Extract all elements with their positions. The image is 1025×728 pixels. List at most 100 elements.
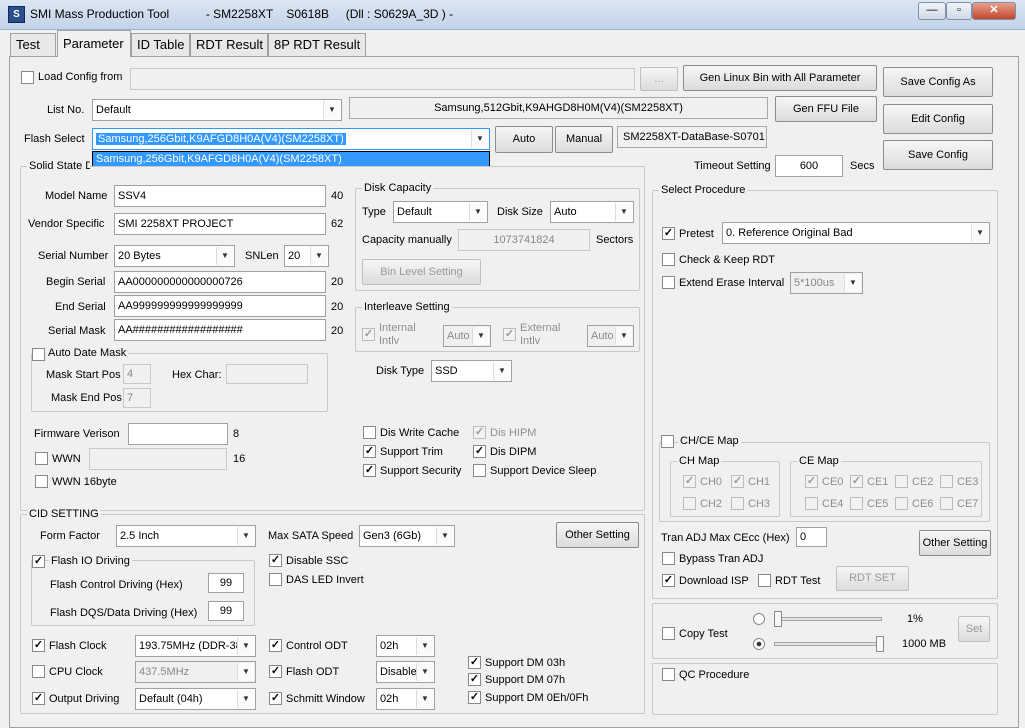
chce-map-checkbox[interactable] (661, 435, 674, 448)
support-trim-checkbox[interactable]: ✓ (363, 445, 376, 458)
type-select[interactable]: Default ▼ (393, 201, 488, 223)
flash-odt-checkbox[interactable]: ✓ (269, 665, 282, 678)
percent-slider-track[interactable] (774, 617, 882, 621)
percent-slider-thumb[interactable] (774, 611, 782, 627)
support-dm-0eh-checkbox[interactable]: ✓ (468, 691, 481, 704)
check-keep-rdt-checkbox[interactable] (662, 253, 675, 266)
control-odt-select[interactable]: 02h ▼ (376, 635, 435, 657)
tab-rdt-result[interactable]: RDT Result (190, 33, 268, 56)
internal-intlv-select[interactable]: Auto ▼ (443, 325, 491, 347)
mb-radio[interactable] (753, 638, 765, 650)
flash-clock-checkbox[interactable]: ✓ (32, 639, 45, 652)
pretest-checkbox[interactable]: ✓ (662, 227, 675, 240)
serial-number-select[interactable]: 20 Bytes ▼ (114, 245, 235, 267)
dis-write-cache-checkbox[interactable] (363, 426, 376, 439)
tran-adj-input[interactable]: 0 (796, 527, 827, 547)
support-dm-03h-checkbox[interactable]: ✓ (468, 656, 481, 669)
control-odt-checkbox[interactable]: ✓ (269, 639, 282, 652)
firmware-version-input[interactable] (128, 423, 228, 445)
ce0-checkbox[interactable]: ✓ (805, 475, 818, 488)
rdt-set-button[interactable]: RDT SET (836, 566, 909, 591)
ce5-checkbox[interactable] (850, 497, 863, 510)
disable-ssc-checkbox[interactable]: ✓ (269, 554, 282, 567)
flash-clock-select[interactable]: 193.75MHz (DDR-387) ▼ (135, 635, 256, 657)
flash-control-driving-input[interactable]: 99 (208, 573, 244, 593)
model-name-input[interactable]: SSV4 (114, 185, 326, 207)
bypass-tran-adj-checkbox[interactable] (662, 552, 675, 565)
ce2-checkbox[interactable] (895, 475, 908, 488)
begin-serial-input[interactable]: AA000000000000000726 (114, 271, 326, 293)
save-config-button[interactable]: Save Config (883, 140, 993, 170)
cpu-clock-checkbox[interactable] (32, 665, 45, 678)
ce4-checkbox[interactable] (805, 497, 818, 510)
gen-linux-bin-button[interactable]: Gen Linux Bin with All Parameter (683, 65, 877, 91)
edit-config-button[interactable]: Edit Config (883, 104, 993, 134)
set-button[interactable]: Set (958, 616, 990, 642)
minimize-button[interactable]: — (918, 2, 946, 20)
tab-test[interactable]: Test (10, 33, 56, 56)
form-factor-select[interactable]: 2.5 Inch ▼ (116, 525, 256, 547)
wwn-16byte-checkbox[interactable] (35, 475, 48, 488)
load-config-path[interactable] (130, 68, 635, 90)
flash-select[interactable]: Samsung,256Gbit,K9AFGD8H0A(V4)(SM2258XT)… (92, 128, 490, 150)
ce6-checkbox[interactable] (895, 497, 908, 510)
das-led-invert-checkbox[interactable] (269, 573, 282, 586)
ce7-checkbox[interactable] (940, 497, 953, 510)
ch0-checkbox[interactable]: ✓ (683, 475, 696, 488)
list-no-select[interactable]: Default ▼ (92, 99, 342, 121)
ch3-checkbox[interactable] (731, 497, 744, 510)
serial-mask-input[interactable]: AA################## (114, 319, 326, 341)
external-intlv-checkbox[interactable]: ✓ (503, 328, 516, 341)
flash-dqs-driving-input[interactable]: 99 (208, 601, 244, 621)
end-serial-input[interactable]: AA999999999999999999 (114, 295, 326, 317)
wwn-checkbox[interactable] (35, 452, 48, 465)
bin-level-setting-button[interactable]: Bin Level Setting (362, 259, 481, 285)
dis-hipm-checkbox[interactable]: ✓ (473, 426, 486, 439)
manual-button[interactable]: Manual (555, 126, 613, 153)
copy-test-checkbox[interactable] (662, 627, 675, 640)
mb-slider-thumb[interactable] (876, 636, 884, 652)
flash-odt-select[interactable]: Disable ▼ (376, 661, 435, 683)
browse-button[interactable]: ... (640, 67, 678, 91)
ch1-checkbox[interactable]: ✓ (731, 475, 744, 488)
cid-other-setting-button[interactable]: Other Setting (556, 522, 639, 548)
disk-type-select[interactable]: SSD ▼ (431, 360, 512, 382)
flash-io-driving-checkbox[interactable]: ✓ (32, 555, 45, 568)
percent-radio[interactable] (753, 613, 765, 625)
support-dm-07h-checkbox[interactable]: ✓ (468, 673, 481, 686)
cpu-clock-select[interactable]: 437.5MHz ▼ (135, 661, 256, 683)
max-sata-speed-select[interactable]: Gen3 (6Gb) ▼ (359, 525, 455, 547)
dis-dipm-checkbox[interactable]: ✓ (473, 445, 486, 458)
output-driving-select[interactable]: Default (04h) ▼ (135, 688, 256, 710)
flash-dropdown-option[interactable]: Samsung,256Gbit,K9AFGD8H0A(V4)(SM2258XT) (93, 152, 489, 166)
tab-parameter[interactable]: Parameter (57, 30, 131, 57)
rdt-test-checkbox[interactable] (758, 574, 771, 587)
ch2-checkbox[interactable] (683, 497, 696, 510)
capacity-manually-input[interactable]: 1073741824 (458, 229, 590, 251)
mask-start-input[interactable]: 4 (123, 364, 151, 384)
snlen-select[interactable]: 20 ▼ (284, 245, 329, 267)
output-driving-checkbox[interactable]: ✓ (32, 692, 45, 705)
extend-erase-select[interactable]: 5*100us ▼ (790, 272, 863, 294)
schmitt-window-checkbox[interactable]: ✓ (269, 692, 282, 705)
load-config-checkbox[interactable] (21, 71, 34, 84)
pretest-select[interactable]: 0. Reference Original Bad ▼ (722, 222, 990, 244)
tab-id-table[interactable]: ID Table (131, 33, 190, 56)
gen-ffu-file-button[interactable]: Gen FFU File (775, 96, 877, 122)
external-intlv-select[interactable]: Auto ▼ (587, 325, 634, 347)
hex-char-input[interactable] (226, 364, 308, 384)
timeout-input[interactable]: 600 (775, 155, 843, 177)
save-config-as-button[interactable]: Save Config As (883, 67, 993, 97)
download-isp-checkbox[interactable]: ✓ (662, 574, 675, 587)
close-button[interactable]: ✕ (972, 2, 1016, 20)
vendor-specific-input[interactable]: SMI 2258XT PROJECT (114, 213, 326, 235)
procedure-other-setting-button[interactable]: Other Setting (919, 530, 991, 556)
support-device-sleep-checkbox[interactable] (473, 464, 486, 477)
auto-button[interactable]: Auto (495, 126, 553, 153)
restore-button[interactable]: ▫ (946, 2, 972, 20)
wwn-input[interactable] (89, 448, 227, 470)
schmitt-window-select[interactable]: 02h ▼ (376, 688, 435, 710)
qc-procedure-checkbox[interactable] (662, 668, 675, 681)
mask-end-input[interactable]: 7 (123, 388, 151, 408)
ce1-checkbox[interactable]: ✓ (850, 475, 863, 488)
